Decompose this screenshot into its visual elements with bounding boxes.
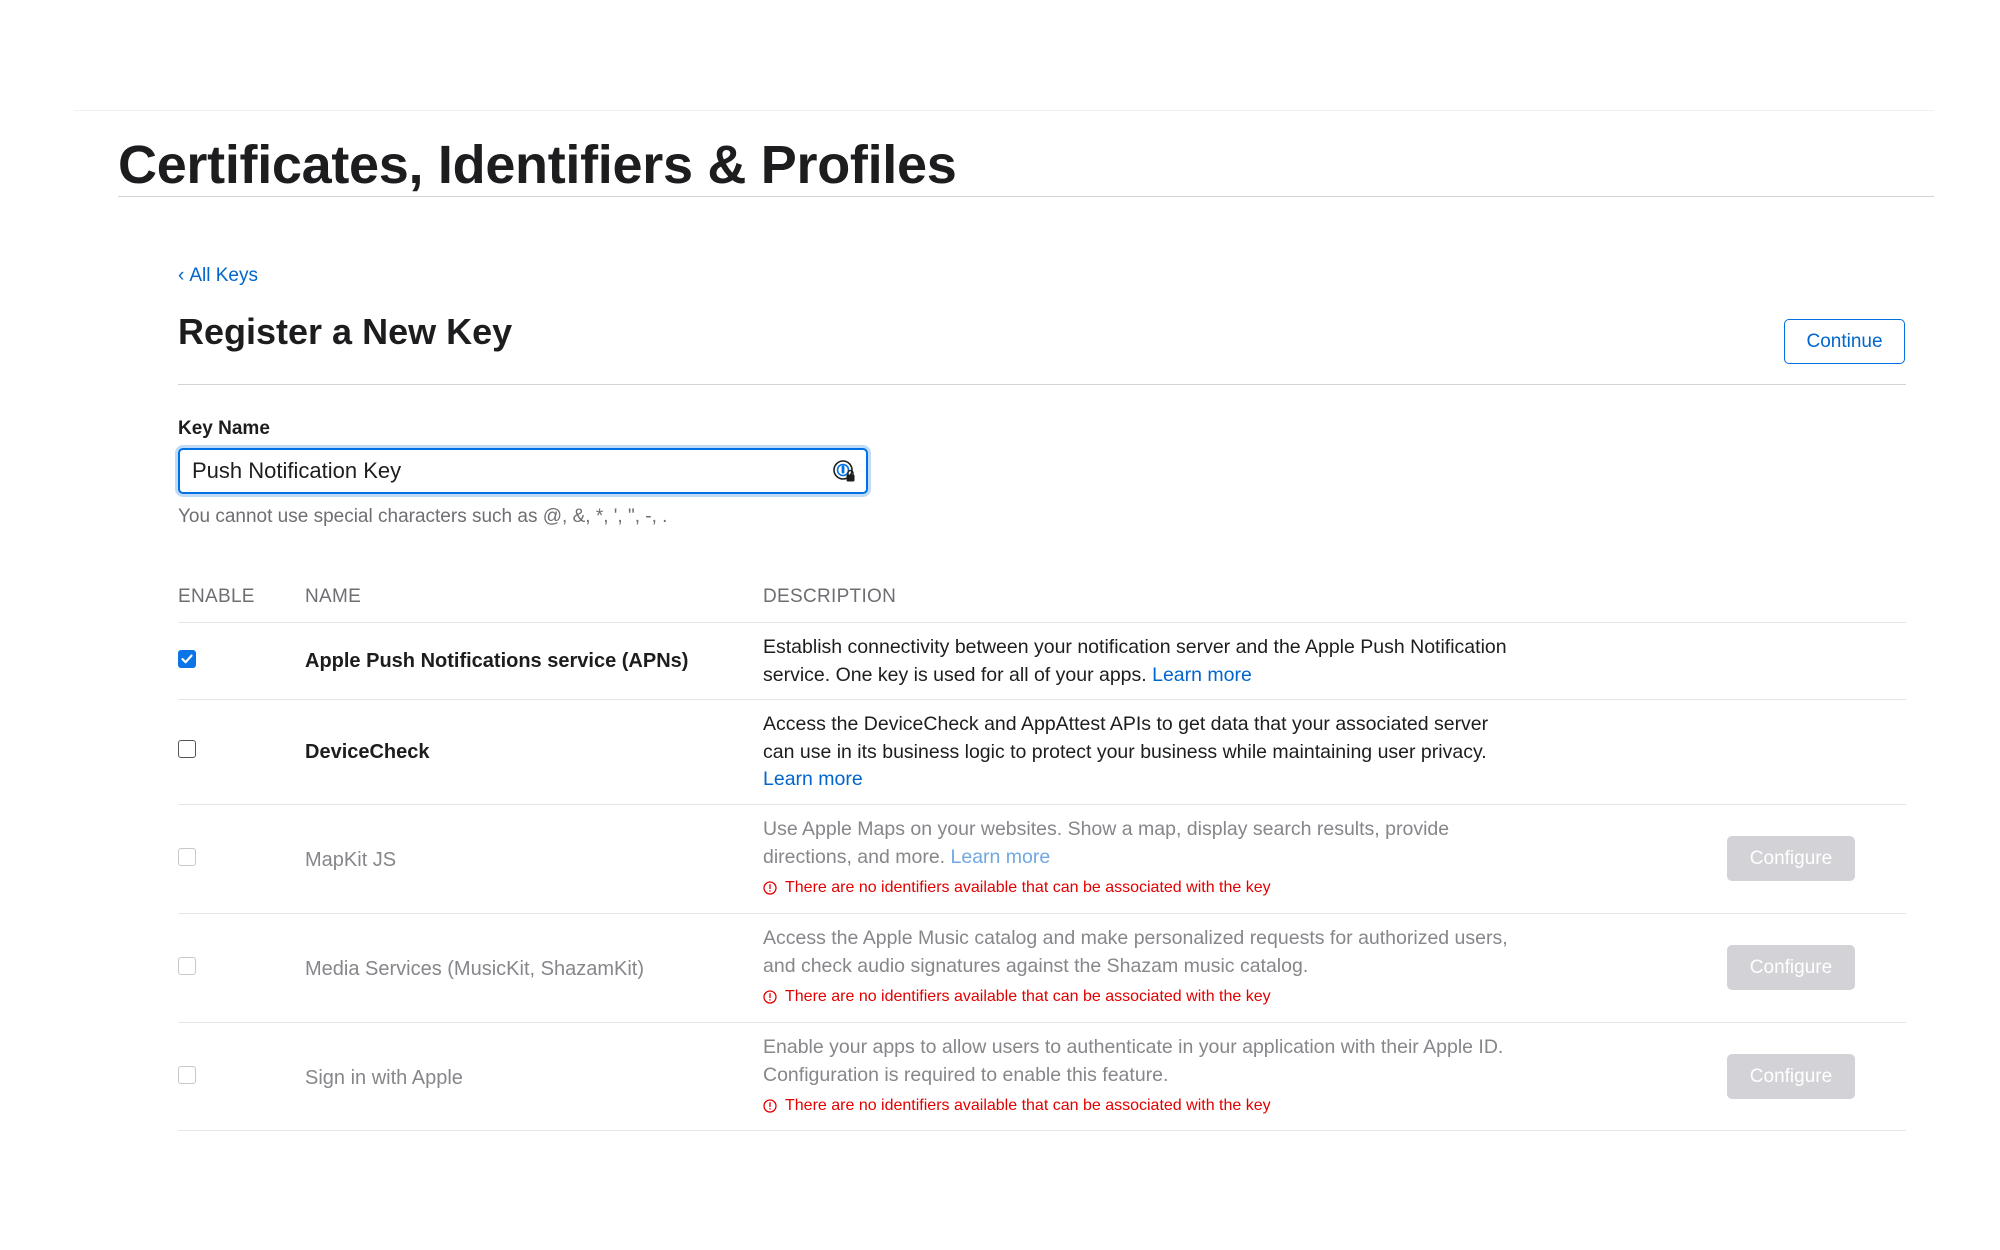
back-link-label: All Keys	[189, 265, 258, 286]
warning-circle-icon	[763, 1099, 777, 1113]
key-name-label: Key Name	[178, 418, 270, 439]
row-divider	[178, 1022, 1906, 1023]
column-header-description: DESCRIPTION	[763, 586, 897, 607]
header-divider	[178, 622, 1906, 623]
warning-circle-icon	[763, 881, 777, 895]
top-divider	[74, 110, 1934, 111]
password-key-icon[interactable]	[832, 459, 856, 483]
configure-button-mapkit[interactable]: Configure	[1727, 836, 1855, 881]
learn-more-link[interactable]: Learn more	[763, 768, 863, 790]
configure-button-media-services[interactable]: Configure	[1727, 945, 1855, 990]
page-title: Certificates, Identifiers & Profiles	[118, 135, 957, 195]
section-title: Register a New Key	[178, 311, 513, 352]
column-header-enable: ENABLE	[178, 586, 255, 607]
no-identifiers-warning: There are no identifiers available that …	[763, 1096, 1271, 1116]
no-identifiers-warning: There are no identifiers available that …	[763, 987, 1271, 1007]
configure-button-sign-in-with-apple[interactable]: Configure	[1727, 1054, 1855, 1099]
service-description-sign-in-with-apple: Enable your apps to allow users to authe…	[763, 1036, 1504, 1086]
learn-more-link[interactable]: Learn more	[951, 846, 1051, 868]
continue-button[interactable]: Continue	[1784, 319, 1905, 364]
row-divider	[178, 699, 1906, 700]
service-description-mapkit: Use Apple Maps on your websites. Show a …	[763, 818, 1450, 868]
sign-in-with-apple-checkbox	[178, 1066, 196, 1084]
service-description-apns: Establish connectivity between your noti…	[763, 636, 1507, 686]
key-name-input[interactable]	[192, 450, 792, 492]
key-name-hint: You cannot use special characters such a…	[178, 506, 668, 527]
media-services-checkbox	[178, 957, 196, 975]
service-name-mapkit: MapKit JS	[305, 849, 397, 871]
column-header-name: NAME	[305, 586, 362, 607]
title-divider	[118, 196, 1934, 197]
chevron-left-icon: ‹	[178, 265, 185, 286]
devicecheck-checkbox[interactable]	[178, 740, 196, 758]
service-description-devicecheck: Access the DeviceCheck and AppAttest API…	[763, 713, 1489, 790]
row-divider	[178, 913, 1906, 914]
no-identifiers-warning: There are no identifiers available that …	[763, 878, 1271, 898]
service-name-sign-in-with-apple: Sign in with Apple	[305, 1067, 463, 1089]
row-divider	[178, 804, 1906, 805]
all-keys-back-link[interactable]: ‹ All Keys	[178, 264, 258, 288]
checkmark-icon	[181, 654, 193, 664]
service-name-apns: Apple Push Notifications service (APNs)	[305, 650, 689, 672]
learn-more-link[interactable]: Learn more	[1152, 664, 1252, 686]
warning-circle-icon	[763, 990, 777, 1004]
apns-checkbox[interactable]	[178, 650, 196, 668]
table-bottom-divider	[178, 1130, 1906, 1131]
key-name-field[interactable]	[178, 448, 868, 494]
section-divider	[178, 384, 1906, 385]
service-name-devicecheck: DeviceCheck	[305, 741, 430, 763]
service-description-media-services: Access the Apple Music catalog and make …	[763, 927, 1508, 977]
mapkit-checkbox	[178, 848, 196, 866]
service-name-media-services: Media Services (MusicKit, ShazamKit)	[305, 958, 644, 980]
